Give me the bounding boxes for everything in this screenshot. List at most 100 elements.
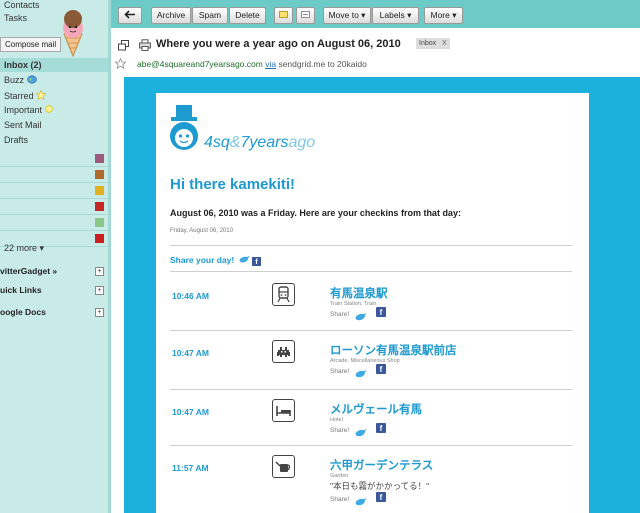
venue-category: Train Station, Train [330, 301, 377, 307]
logo-text-amp: & [229, 134, 241, 151]
archive-button[interactable]: Archive [151, 7, 191, 24]
buzz-link[interactable]: Buzz [4, 75, 37, 85]
train-icon [272, 283, 295, 306]
label-row[interactable] [0, 150, 108, 167]
divider [170, 245, 572, 246]
facebook-icon[interactable]: f [376, 364, 386, 374]
not-important-marker-icon [301, 11, 310, 18]
twitter-bird-icon[interactable] [355, 308, 367, 321]
4sq-7years-mascot-logo-icon [170, 105, 198, 150]
compose-mail-button[interactable]: Compose mail [0, 37, 62, 52]
inbox-tag-text: Inbox [419, 40, 437, 47]
venue-category: Arcade, Miscellaneous Shop [330, 358, 400, 364]
starred-label: Starred [4, 91, 34, 101]
checkin-time: 11:57 AM [172, 463, 209, 473]
inbox-link[interactable]: Inbox (2) [4, 60, 42, 70]
google-docs-title[interactable]: oogle Docs [0, 307, 46, 317]
facebook-icon[interactable]: f [376, 492, 386, 502]
divider [170, 271, 572, 272]
new-window-icon[interactable] [118, 40, 129, 51]
tasks-link[interactable]: Tasks [4, 13, 27, 23]
checkin-time: 10:46 AM [172, 291, 210, 301]
facebook-icon[interactable]: f [376, 423, 386, 433]
spam-button[interactable]: Spam [192, 7, 228, 24]
mark-important-button[interactable] [274, 7, 293, 24]
label-row[interactable] [0, 214, 108, 231]
sender-email[interactable]: abe@4squareand7yearsago.com [137, 59, 263, 69]
via-link[interactable]: via [265, 59, 276, 69]
more-actions-dropdown[interactable]: More ▾ [424, 7, 463, 24]
buzz-icon [26, 75, 37, 84]
greeting-heading: Hi there kamekiti! [170, 176, 296, 193]
share-label[interactable]: Share! [330, 427, 349, 434]
divider [170, 445, 572, 446]
star-icon[interactable] [115, 58, 126, 69]
label-row[interactable] [0, 166, 108, 183]
venue-category: Hotel [330, 417, 343, 423]
star-icon [35, 89, 47, 100]
label-color-swatch[interactable] [95, 186, 104, 195]
left-sidebar: Contacts Tasks Compose mail Inbox (2) Bu… [0, 0, 108, 513]
remove-label-icon[interactable]: X [442, 40, 447, 47]
share-day-label[interactable]: Share your day! [170, 255, 234, 265]
hotel-bed-icon [272, 399, 295, 422]
inbox-label-tag: Inbox X [416, 38, 450, 49]
twitter-bird-icon[interactable] [355, 424, 367, 437]
delete-button[interactable]: Delete [229, 7, 266, 24]
facebook-icon[interactable]: f [376, 307, 386, 317]
facebook-icon[interactable]: f [252, 257, 261, 266]
mark-not-important-button[interactable] [296, 7, 315, 24]
share-label[interactable]: Share! [330, 496, 349, 503]
important-label: Important [4, 105, 43, 115]
important-marker-icon [279, 11, 288, 18]
divider [170, 330, 572, 331]
label-color-swatch[interactable] [95, 170, 104, 179]
twitter-bird-icon[interactable] [239, 255, 250, 263]
back-arrow-icon [124, 10, 135, 19]
twitter-bird-icon[interactable] [355, 365, 367, 378]
quick-links-title[interactable]: uick Links [0, 285, 42, 295]
logo-text-ago: ago [288, 134, 316, 151]
label-color-swatch[interactable] [95, 234, 104, 243]
via-domain: sendgrid.me [278, 59, 326, 69]
recipient: to 20kaido [327, 59, 367, 69]
label-row[interactable] [0, 182, 108, 199]
label-row[interactable] [0, 198, 108, 215]
labels-dropdown[interactable]: Labels ▾ [372, 7, 419, 24]
arcade-invader-icon [272, 340, 295, 363]
share-day-row: Share your day! f [170, 255, 261, 266]
important-icon [44, 105, 53, 113]
checkin-shout: "本日も霧がかかってる！" [330, 481, 430, 491]
message-header: Where you were a year ago on August 06, … [111, 28, 640, 75]
important-link[interactable]: Important [4, 105, 53, 115]
sender-line: abe@4squareand7yearsago.com via sendgrid… [137, 59, 367, 69]
venue-link[interactable]: 六甲ガーデンテラス [330, 457, 433, 473]
share-label[interactable]: Share! [330, 311, 349, 318]
logo-text-4sq: 4sq [204, 134, 230, 151]
twitter-gadget-title[interactable]: vitterGadget » [0, 266, 57, 276]
contacts-link[interactable]: Contacts [4, 0, 40, 10]
venue-link[interactable]: ローソン有馬温泉駅前店 [330, 342, 457, 358]
more-labels-link[interactable]: 22 more ▾ [4, 243, 44, 254]
back-button[interactable] [118, 7, 142, 24]
expand-icon[interactable]: + [95, 267, 104, 276]
4sq-7years-logo-text: 4sq&7yearsago [204, 134, 315, 152]
intro-text: August 06, 2010 was a Friday. Here are y… [170, 208, 461, 218]
label-color-swatch[interactable] [95, 202, 104, 211]
venue-link[interactable]: メルヴェール有馬 [330, 401, 422, 417]
starred-link[interactable]: Starred [4, 89, 47, 101]
expand-icon[interactable]: + [95, 308, 104, 317]
print-icon[interactable] [139, 39, 151, 51]
divider [170, 389, 572, 390]
venue-link[interactable]: 有馬温泉駅 [330, 285, 388, 301]
drafts-link[interactable]: Drafts [4, 135, 28, 145]
move-to-dropdown[interactable]: Move to ▾ [323, 7, 371, 24]
checkin-time: 10:47 AM [172, 348, 210, 358]
twitter-bird-icon[interactable] [355, 493, 367, 506]
label-color-swatch[interactable] [95, 154, 104, 163]
expand-icon[interactable]: + [95, 286, 104, 295]
sent-mail-link[interactable]: Sent Mail [4, 120, 42, 130]
label-color-swatch[interactable] [95, 218, 104, 227]
share-label[interactable]: Share! [330, 368, 349, 375]
buzz-label: Buzz [4, 75, 25, 85]
